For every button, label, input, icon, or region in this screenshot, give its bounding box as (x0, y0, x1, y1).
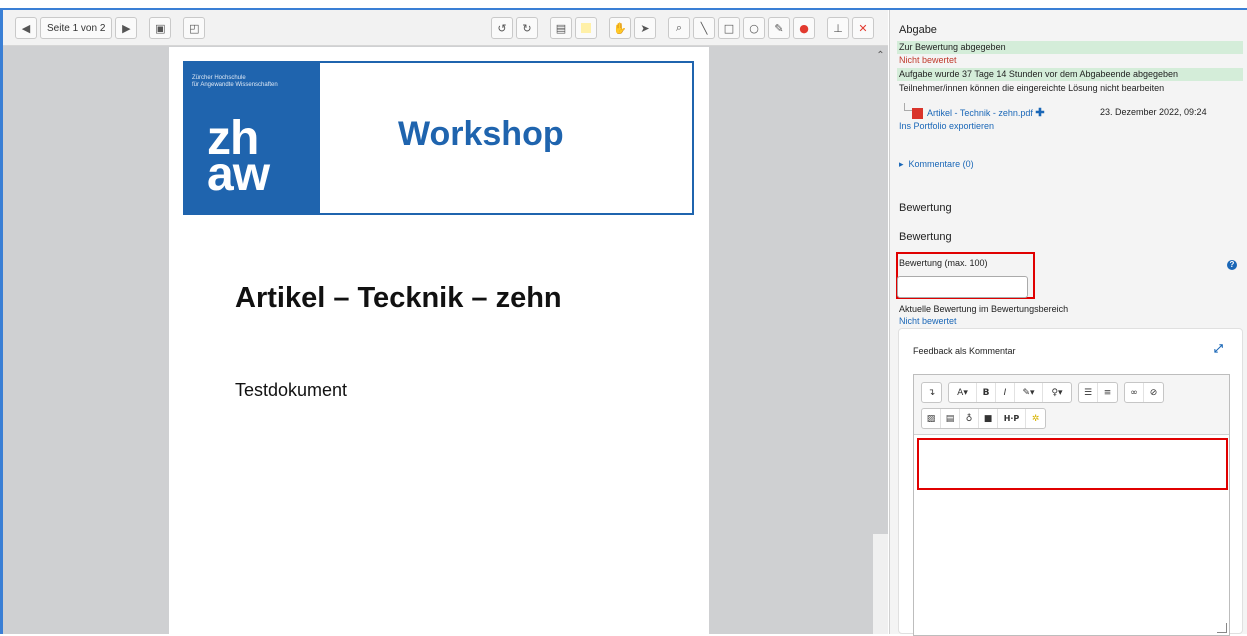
delete-icon[interactable]: ✕ (852, 17, 874, 39)
stamp-icon[interactable]: ⊥ (827, 17, 849, 39)
next-page-button[interactable]: ▶ (115, 17, 138, 39)
grading-section-title: Bewertung (899, 202, 952, 214)
font-size-icon[interactable]: A▾ (949, 383, 977, 402)
pdf-viewer: ◀ Seite 1 von 2 ▶ ▣ ◰ ↺ ↻ ▤ ✋ ➤ ⌕ ╲ □ ○ … (3, 10, 888, 634)
expand-icon[interactable]: ⤢ (1214, 343, 1223, 356)
color-drop-icon[interactable]: ● (793, 17, 815, 39)
bold-icon[interactable]: B (977, 383, 996, 402)
image-icon[interactable]: ▨ (922, 409, 941, 428)
italic-icon[interactable]: I (996, 383, 1015, 402)
brush-icon[interactable]: ✎▾ (1015, 383, 1043, 402)
toolbar-toggle-icon[interactable]: ↴ (922, 383, 941, 402)
media-icon[interactable]: ▤ (941, 409, 960, 428)
feedback-editor: ↴ A▾ B I ✎▾ ♀▾ ☰ ≡ ∞ ⊘ ▨ ▤ ♁ ■ H·P ✲ (913, 374, 1230, 636)
grade-label: Bewertung (max. 100) (899, 258, 988, 268)
microphone-icon[interactable]: ♁ (960, 409, 979, 428)
pdf-page: Zürcher Hochschule für Angewandte Wissen… (169, 47, 709, 634)
zhaw-logo: Zürcher Hochschule für Angewandte Wissen… (185, 63, 320, 213)
current-grade-value: Nicht bewertet (899, 316, 957, 326)
editor-highlight[interactable] (917, 438, 1228, 490)
scrollbar-thumb[interactable] (873, 534, 888, 634)
rotate-left-icon[interactable]: ↺ (491, 17, 513, 39)
rectangle-icon[interactable]: □ (718, 17, 740, 39)
video-icon[interactable]: ■ (979, 409, 998, 428)
line-icon[interactable]: ╲ (693, 17, 715, 39)
page-indicator[interactable]: Seite 1 von 2 (40, 17, 113, 39)
document-header: Zürcher Hochschule für Angewandte Wissen… (183, 61, 694, 215)
grading-subsection-title: Bewertung (899, 231, 952, 243)
scroll-up-icon[interactable]: ⌃ (873, 47, 888, 63)
file-entry: Artikel - Technik - zehn.pdf ✚ (912, 106, 1045, 120)
numbered-list-icon[interactable]: ≡ (1098, 383, 1117, 402)
comment-color-icon[interactable] (575, 17, 597, 39)
editor-toolbar: ↴ A▾ B I ✎▾ ♀▾ ☰ ≡ ∞ ⊘ ▨ ▤ ♁ ■ H·P ✲ (914, 375, 1229, 435)
status-grade: Nicht bewertet (899, 55, 957, 65)
plus-icon[interactable]: ✚ (1035, 107, 1044, 119)
link-icon[interactable]: ∞ (1125, 383, 1144, 402)
help-icon[interactable]: ? (1227, 260, 1237, 270)
tree-line (904, 103, 912, 111)
rotate-right-icon[interactable]: ↻ (516, 17, 538, 39)
prev-page-button[interactable]: ◀ (15, 17, 37, 39)
pdf-toolbar: ◀ Seite 1 von 2 ▶ ▣ ◰ ↺ ↻ ▤ ✋ ➤ ⌕ ╲ □ ○ … (3, 10, 888, 46)
search-comments-icon[interactable]: ▣ (149, 17, 172, 39)
oval-icon[interactable]: ○ (743, 17, 765, 39)
grade-input[interactable] (897, 276, 1028, 298)
bullet-list-icon[interactable]: ☰ (1079, 383, 1098, 402)
file-date: 23. Dezember 2022, 09:24 (1100, 107, 1207, 117)
format-icon[interactable]: ♀▾ (1043, 383, 1071, 402)
emoji-icon[interactable]: ✲ (1026, 409, 1045, 428)
search-icon[interactable]: ⌕ (668, 17, 690, 39)
comments-toggle[interactable]: ▸ Kommentare (0) (899, 159, 974, 170)
expand-comments-icon[interactable]: ◰ (183, 17, 206, 39)
resize-grip-icon[interactable] (1217, 623, 1227, 633)
document-subtitle: Testdokument (235, 380, 348, 400)
feedback-title: Feedback als Kommentar (913, 346, 1016, 356)
pdf-file-icon (912, 108, 923, 120)
document-area: Zürcher Hochschule für Angewandte Wissen… (3, 47, 888, 634)
logo-small-text: Zürcher Hochschule für Angewandte Wissen… (192, 75, 278, 88)
header-title: Workshop (398, 115, 564, 153)
current-grade-label: Aktuelle Bewertung im Bewertungsbereich (899, 304, 1069, 314)
document-title: Artikel – Tecknik – zehn (235, 282, 562, 314)
status-time: Aufgabe wurde 37 Tage 14 Stunden vor dem… (897, 68, 1243, 81)
comment-icon[interactable]: ▤ (550, 17, 572, 39)
pen-icon[interactable]: ✎ (768, 17, 790, 39)
logo-letters: zh aw (207, 112, 270, 201)
h5p-icon[interactable]: H·P (998, 409, 1026, 428)
caret-right-icon: ▸ (899, 159, 904, 169)
select-icon[interactable]: ➤ (634, 17, 656, 39)
file-link[interactable]: Artikel - Technik - zehn.pdf (927, 108, 1033, 118)
feedback-card: Feedback als Kommentar ⤢ ↴ A▾ B I ✎▾ ♀▾ (898, 328, 1243, 636)
export-portfolio-link[interactable]: Ins Portfolio exportieren (899, 121, 994, 131)
status-submitted: Zur Bewertung abgegeben (897, 41, 1243, 54)
submission-heading: Abgabe (899, 24, 937, 36)
status-lock: Teilnehmer/innen können die eingereichte… (899, 83, 1165, 93)
grading-panel: Abgabe Zur Bewertung abgegeben Nicht bew… (889, 10, 1247, 636)
pan-icon[interactable]: ✋ (609, 17, 631, 39)
unlink-icon[interactable]: ⊘ (1144, 383, 1163, 402)
